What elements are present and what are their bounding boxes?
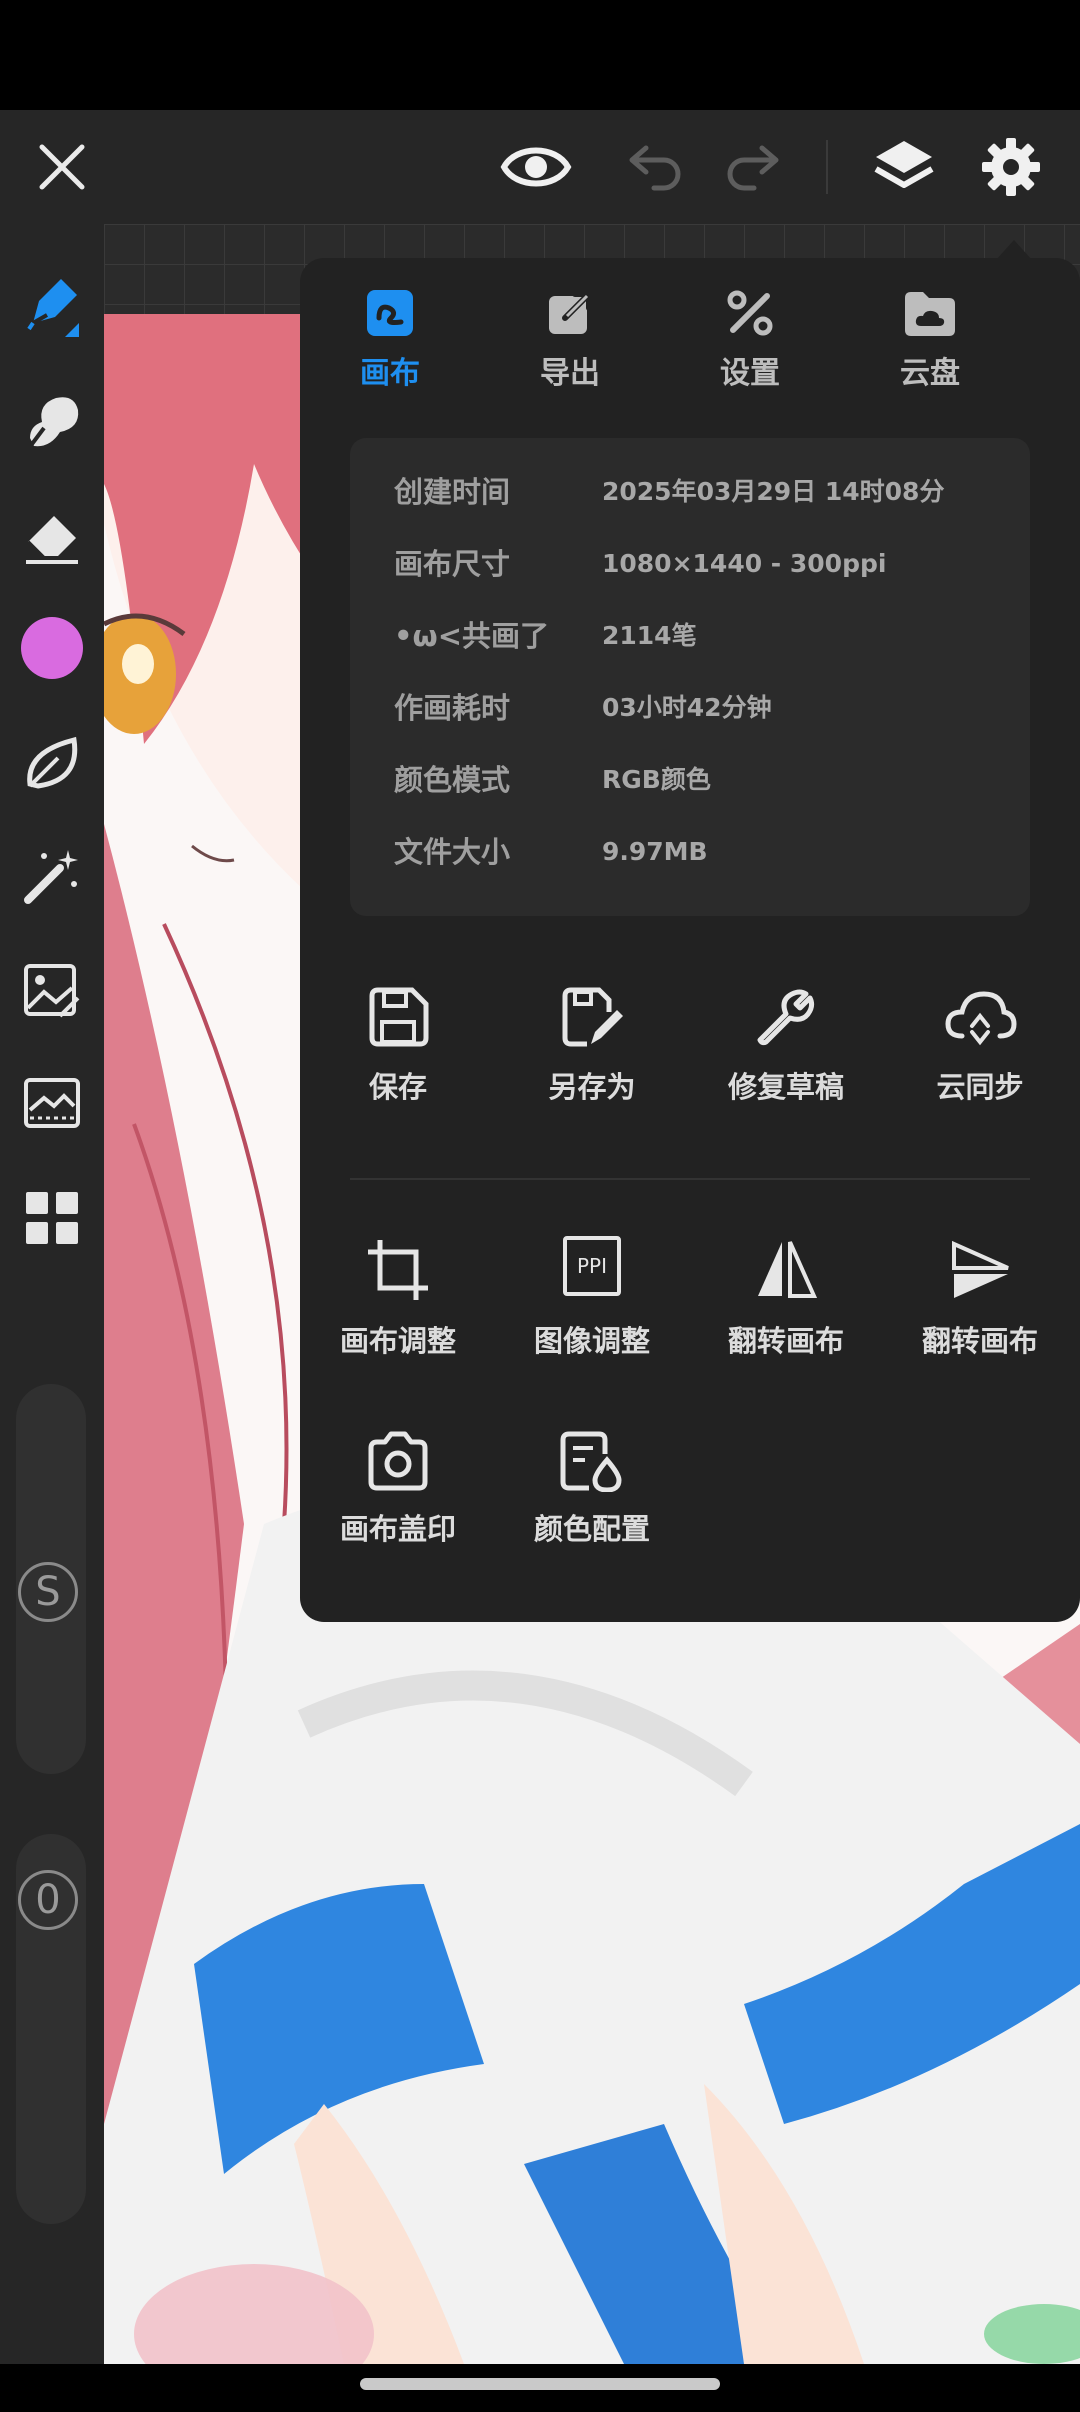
home-gesture-pill[interactable] [360, 2378, 720, 2390]
info-key: 创建时间 [394, 475, 511, 509]
undo-icon[interactable] [618, 110, 694, 224]
action-label: 画布盖印 [339, 1512, 456, 1546]
flip-canvas-vertical-button[interactable]: 翻转画布 [882, 1236, 1078, 1360]
info-row-duration: 作画耗时 03小时42分钟 [350, 672, 1030, 744]
tab-canvas[interactable]: 画布 [300, 288, 480, 392]
toolbar-divider [826, 140, 828, 194]
eye-icon[interactable] [495, 110, 577, 224]
canvas-icon [367, 290, 413, 336]
color-profile-icon [560, 1431, 622, 1492]
gear-icon[interactable] [970, 110, 1052, 224]
info-row-created: 创建时间 2025年03月29日 14时08分 [350, 456, 1030, 528]
cloud-sync-icon [945, 991, 1017, 1046]
action-label: 翻转画布 [921, 1324, 1038, 1358]
info-value: 9.97MB [602, 837, 708, 866]
eraser-icon[interactable] [0, 494, 104, 574]
info-value: 1080×1440 - 300ppi [602, 549, 887, 578]
info-value: RGB颜色 [602, 765, 711, 794]
top-toolbar [0, 110, 1080, 224]
flip-canvas-horizontal-button[interactable]: 翻转画布 [688, 1236, 884, 1360]
canvas-adjust-button[interactable]: 画布调整 [300, 1236, 496, 1360]
action-label: 修复草稿 [727, 1070, 844, 1104]
brush-icon[interactable] [0, 266, 104, 346]
action-label: 图像调整 [533, 1324, 650, 1358]
settings-tools-icon [727, 290, 773, 336]
crop-icon [368, 1240, 428, 1300]
info-value: 2114笔 [602, 621, 697, 650]
action-label: 另存为 [548, 1070, 636, 1104]
reference-icon[interactable] [0, 1064, 104, 1144]
smudge-icon[interactable] [0, 380, 104, 460]
tab-export[interactable]: 导出 [480, 288, 660, 392]
action-label: 保存 [368, 1070, 427, 1104]
close-icon[interactable] [22, 110, 102, 224]
tab-cloud[interactable]: 云盘 [840, 288, 1020, 392]
size-indicator: S [18, 1562, 78, 1622]
tab-settings[interactable]: 设置 [660, 288, 840, 392]
status-bar [0, 0, 1080, 110]
info-key: 作画耗时 [394, 691, 511, 725]
ppi-icon: PPI [563, 1236, 621, 1296]
magic-wand-icon[interactable] [0, 836, 104, 916]
ppi-icon-text: PPI [576, 1254, 608, 1278]
info-row-file-size: 文件大小 9.97MB [350, 816, 1030, 888]
cloud-folder-icon [905, 292, 955, 336]
tab-label: 导出 [540, 356, 600, 391]
info-key: •ω<共画了 [394, 619, 550, 653]
info-key: 颜色模式 [394, 763, 511, 797]
info-value: 2025年03月29日 14时08分 [602, 477, 945, 506]
save-button[interactable]: 保存 [300, 986, 496, 1106]
tab-label: 云盘 [900, 356, 960, 391]
leaf-icon[interactable] [0, 722, 104, 802]
info-value: 03小时42分钟 [602, 693, 772, 722]
canvas-info-box: 创建时间 2025年03月29日 14时08分 画布尺寸 1080×1440 -… [350, 438, 1030, 916]
redo-icon[interactable] [714, 110, 790, 224]
canvas-stamp-button[interactable]: 画布盖印 [300, 1430, 496, 1548]
repair-draft-button[interactable]: 修复草稿 [688, 986, 884, 1106]
info-key: 文件大小 [394, 835, 511, 869]
opacity-indicator: 0 [18, 1870, 78, 1930]
info-row-color-mode: 颜色模式 RGB颜色 [350, 744, 1030, 816]
image-adjust-button[interactable]: PPI 图像调整 [494, 1236, 690, 1360]
canvas-settings-panel: 画布 导出 设置 云盘 创建时间 2025年03月29日 14时08分 画布尺寸… [300, 258, 1080, 1622]
action-label: 画布调整 [339, 1324, 456, 1358]
flip-horizontal-icon [758, 1241, 818, 1298]
export-icon [549, 291, 592, 334]
action-label: 云同步 [936, 1070, 1024, 1104]
action-label: 颜色配置 [533, 1512, 650, 1546]
save-icon [369, 987, 429, 1047]
layers-icon[interactable] [864, 110, 944, 224]
flip-vertical-icon [952, 1240, 1009, 1298]
left-toolbar: S 0 [0, 224, 104, 2364]
wrench-icon [757, 989, 815, 1046]
camera-icon [368, 1431, 428, 1491]
save-as-button[interactable]: 另存为 [494, 986, 690, 1106]
tab-label: 画布 [360, 356, 420, 391]
action-label: 翻转画布 [727, 1324, 844, 1358]
info-key: 画布尺寸 [394, 547, 511, 581]
divider [350, 1178, 1030, 1180]
grid-apps-icon[interactable] [0, 1178, 104, 1258]
tab-label: 设置 [720, 356, 780, 391]
panel-pointer [996, 240, 1032, 260]
cloud-sync-button[interactable]: 云同步 [882, 986, 1078, 1106]
info-row-size: 画布尺寸 1080×1440 - 300ppi [350, 528, 1030, 600]
color-swatch[interactable] [0, 608, 104, 688]
image-adjust-icon[interactable] [0, 950, 104, 1030]
color-profile-button[interactable]: 颜色配置 [494, 1430, 690, 1548]
info-row-strokes: •ω<共画了 2114笔 [350, 600, 1030, 672]
save-as-icon [562, 987, 623, 1047]
